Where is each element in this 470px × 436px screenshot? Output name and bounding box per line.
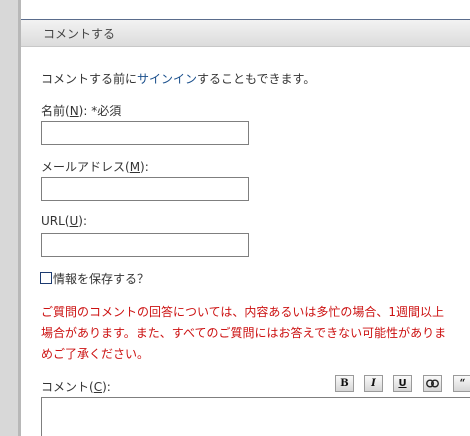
name-label-post: ): *必須 bbox=[78, 104, 122, 118]
signin-suffix: することもできます。 bbox=[197, 72, 316, 86]
name-field[interactable] bbox=[41, 121, 249, 145]
email-label-pre: メールアドレス( bbox=[41, 160, 130, 174]
url-access-key: U bbox=[69, 214, 79, 228]
email-field[interactable] bbox=[41, 177, 249, 201]
signin-prefix: コメントする前に bbox=[41, 72, 138, 86]
underline-button[interactable]: U bbox=[393, 375, 412, 392]
name-label: 名前(N): *必須 bbox=[41, 102, 121, 119]
url-field[interactable] bbox=[41, 233, 249, 257]
notice-line: ご質問のコメントの回答については、内容あるいは多忙の場合、1週間以上 bbox=[41, 305, 445, 319]
section-header: コメントする bbox=[21, 19, 470, 47]
comment-textarea[interactable] bbox=[41, 397, 470, 436]
window-edge bbox=[0, 0, 18, 436]
name-label-pre: 名前( bbox=[41, 104, 70, 118]
notice-line: めご了承ください。 bbox=[41, 347, 150, 361]
remember-info-label: 情報を保存する？ bbox=[53, 272, 150, 286]
comment-label-post: ): bbox=[102, 380, 111, 394]
url-label: URL(U): bbox=[41, 214, 87, 228]
name-access-key: N bbox=[69, 104, 79, 118]
comment-label: コメント(C): bbox=[41, 378, 111, 395]
email-label-post: ): bbox=[140, 160, 149, 174]
signin-link[interactable]: サインイン bbox=[137, 72, 197, 86]
insert-link-button[interactable] bbox=[423, 375, 442, 392]
url-label-post: ): bbox=[78, 214, 88, 228]
italic-button[interactable]: I bbox=[364, 375, 383, 392]
bold-button[interactable]: B bbox=[335, 375, 354, 392]
comment-notice: ご質問のコメントの回答については、内容あるいは多忙の場合、1週間以上 場合があり… bbox=[41, 302, 470, 365]
signin-prompt: コメントする前にサインインすることもできます。 bbox=[41, 70, 315, 87]
link-icon bbox=[426, 379, 439, 388]
comment-form-panel: コメントする コメントする前にサインインすることもできます。 名前(N): *必… bbox=[21, 0, 470, 436]
email-label: メールアドレス(M): bbox=[41, 158, 149, 175]
section-title: コメントする bbox=[43, 27, 116, 41]
comment-label-pre: コメント( bbox=[41, 380, 94, 394]
url-label-pre: URL( bbox=[41, 214, 70, 228]
email-access-key: M bbox=[129, 160, 141, 174]
comment-access-key: C bbox=[93, 380, 103, 394]
remember-info-checkbox[interactable] bbox=[40, 272, 52, 284]
notice-line: 場合があります。また、すべてのご質問にはお答えできない可能性がありま bbox=[41, 326, 447, 340]
quote-button[interactable]: “ bbox=[453, 375, 470, 392]
